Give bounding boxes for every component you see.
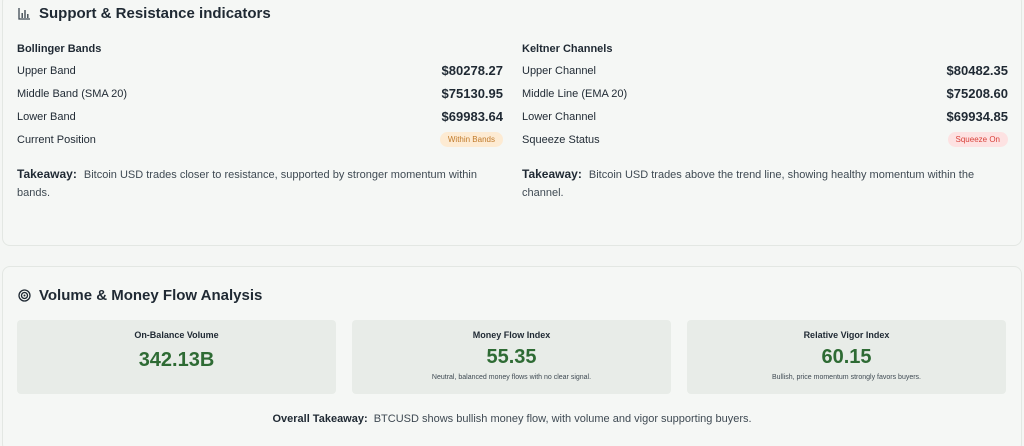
row-value: $80482.35 bbox=[946, 63, 1008, 78]
overall-takeaway: Overall Takeaway: BTCUSD shows bullish m… bbox=[3, 413, 1021, 425]
metric-label: On-Balance Volume bbox=[134, 330, 219, 340]
row-value: $75130.95 bbox=[441, 86, 503, 101]
bollinger-lower-row: Lower Band $69983.64 bbox=[17, 105, 503, 128]
row-label: Upper Channel bbox=[522, 64, 596, 77]
keltner-title: Keltner Channels bbox=[522, 43, 613, 55]
row-value: $75208.60 bbox=[946, 86, 1008, 101]
volume-header: Volume & Money Flow Analysis bbox=[17, 287, 262, 304]
keltner-channels-section: Keltner Channels Upper Channel $80482.35… bbox=[522, 39, 1008, 202]
metric-description: Bullish, price momentum strongly favors … bbox=[772, 374, 921, 381]
keltner-takeaway: Takeaway: Bitcoin USD trades above the t… bbox=[522, 165, 1008, 202]
overall-takeaway-label: Overall Takeaway: bbox=[272, 413, 368, 425]
row-label: Middle Line (EMA 20) bbox=[522, 87, 628, 100]
takeaway-label: Takeaway: bbox=[522, 167, 582, 181]
bar-chart-icon bbox=[17, 7, 31, 21]
takeaway-text: Bitcoin USD trades closer to resistance,… bbox=[17, 169, 477, 199]
row-value: $69983.64 bbox=[441, 109, 503, 124]
metric-value: 342.13B bbox=[138, 349, 215, 371]
keltner-lower-row: Lower Channel $69934.85 bbox=[522, 105, 1008, 128]
bollinger-position-row: Current Position Within Bands bbox=[17, 128, 503, 151]
support-resistance-header: Support & Resistance indicators bbox=[17, 5, 271, 22]
metric-label: Money Flow Index bbox=[472, 330, 551, 340]
row-label: Lower Band bbox=[17, 110, 76, 123]
keltner-upper-row: Upper Channel $80482.35 bbox=[522, 59, 1008, 82]
row-label: Middle Band (SMA 20) bbox=[17, 87, 128, 100]
row-label: Lower Channel bbox=[522, 110, 596, 123]
volume-money-flow-card: Volume & Money Flow Analysis On-Balance … bbox=[2, 266, 1022, 446]
takeaway-text: Bitcoin USD trades above the trend line,… bbox=[522, 169, 975, 199]
status-badge: Within Bands bbox=[439, 132, 503, 147]
target-icon bbox=[17, 289, 31, 303]
metric-label: Relative Vigor Index bbox=[803, 330, 890, 340]
row-label: Upper Band bbox=[17, 64, 76, 77]
keltner-middle-row: Middle Line (EMA 20) $75208.60 bbox=[522, 82, 1008, 105]
row-value: $69934.85 bbox=[946, 109, 1008, 124]
row-label: Current Position bbox=[17, 133, 96, 146]
bollinger-upper-row: Upper Band $80278.27 bbox=[17, 59, 503, 82]
metric-description: Neutral, balanced money flows with no cl… bbox=[431, 374, 592, 381]
overall-takeaway-text: BTCUSD shows bullish money flow, with vo… bbox=[373, 413, 752, 425]
metrics-row: On-Balance Volume 342.13B Money Flow Ind… bbox=[17, 320, 1006, 394]
volume-title: Volume & Money Flow Analysis bbox=[39, 287, 263, 304]
row-label: Squeeze Status bbox=[522, 133, 600, 146]
metric-relative-vigor-index: Relative Vigor Index 60.15 Bullish, pric… bbox=[687, 320, 1006, 394]
metric-value: 55.35 bbox=[486, 346, 537, 368]
metric-value: 60.15 bbox=[821, 346, 872, 368]
support-resistance-card: Support & Resistance indicators Bollinge… bbox=[2, 0, 1022, 246]
metric-money-flow-index: Money Flow Index 55.35 Neutral, balanced… bbox=[352, 320, 671, 394]
bollinger-takeaway: Takeaway: Bitcoin USD trades closer to r… bbox=[17, 165, 503, 202]
bollinger-title: Bollinger Bands bbox=[17, 43, 102, 55]
keltner-squeeze-row: Squeeze Status Squeeze On bbox=[522, 128, 1008, 151]
bollinger-middle-row: Middle Band (SMA 20) $75130.95 bbox=[17, 82, 503, 105]
support-resistance-title: Support & Resistance indicators bbox=[39, 5, 271, 22]
status-badge: Squeeze On bbox=[947, 132, 1008, 147]
takeaway-label: Takeaway: bbox=[17, 167, 77, 181]
bollinger-bands-section: Bollinger Bands Upper Band $80278.27 Mid… bbox=[17, 39, 503, 202]
metric-on-balance-volume: On-Balance Volume 342.13B bbox=[17, 320, 336, 394]
row-value: $80278.27 bbox=[441, 63, 503, 78]
